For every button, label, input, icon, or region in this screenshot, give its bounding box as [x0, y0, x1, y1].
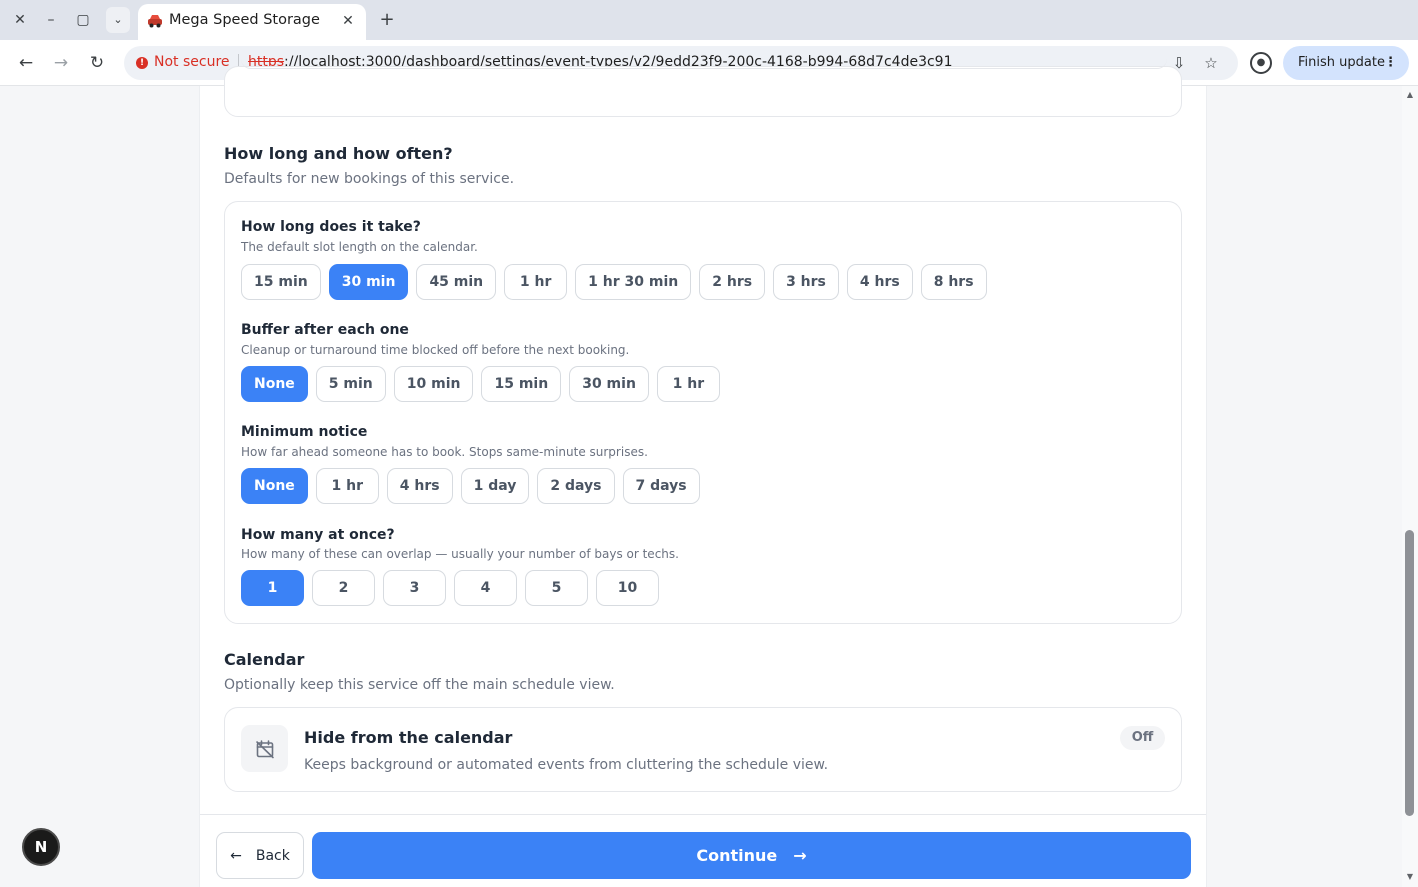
previous-section-card: [224, 66, 1182, 117]
page-viewport: How long and how often? Defaults for new…: [0, 66, 1402, 887]
option-chip[interactable]: 4: [454, 570, 517, 606]
group-desc-concurrency: How many of these can overlap — usually …: [241, 547, 679, 561]
finish-update-button[interactable]: Finish update ⋮: [1283, 46, 1409, 80]
profile-avatar-icon[interactable]: ●: [1250, 52, 1272, 74]
menu-kebab-icon[interactable]: ⋮: [1384, 46, 1397, 80]
window-close-icon[interactable]: ✕: [9, 9, 31, 31]
group-desc-buffer: Cleanup or turnaround time blocked off b…: [241, 343, 630, 357]
not-secure-icon: !: [136, 57, 148, 69]
continue-button-label: Continue: [696, 846, 778, 865]
hide-from-calendar-toggle[interactable]: Hide from the calendar Keeps background …: [224, 707, 1182, 792]
option-chip[interactable]: 45 min: [416, 264, 497, 300]
group-label-notice: Minimum notice: [241, 424, 368, 440]
option-chip[interactable]: 5 min: [315, 366, 386, 402]
notice-options: None 1 hr 4 hrs 1 day 2 days 7 days: [241, 468, 700, 504]
forward-arrow-icon[interactable]: →: [49, 51, 73, 75]
browser-tab[interactable]: Mega Speed Storage ✕: [138, 4, 366, 40]
section-desc-calendar: Optionally keep this service off the mai…: [224, 677, 615, 693]
arrow-right-icon: →: [793, 846, 807, 865]
option-chip[interactable]: 4 hrs: [846, 264, 913, 300]
scrollbar-thumb[interactable]: [1405, 530, 1414, 816]
option-chip[interactable]: 5: [525, 570, 588, 606]
tab-close-icon[interactable]: ✕: [338, 11, 358, 31]
option-chip[interactable]: 3: [383, 570, 446, 606]
duration-options: 15 min 30 min 45 min 1 hr 1 hr 30 min 2 hrs 3 …: [241, 264, 987, 300]
group-desc-notice: How far ahead someone has to book. Stops…: [241, 445, 648, 459]
browser-tab-bar: ✕ – ▢ ⌄ Mega Speed Storage ✕ +: [0, 0, 1418, 40]
section-title-calendar: Calendar: [224, 650, 305, 669]
scroll-down-icon[interactable]: ▼: [1405, 872, 1415, 882]
option-chip[interactable]: None: [241, 366, 308, 402]
option-chip[interactable]: 1 hr: [315, 468, 379, 504]
section-desc-duration: Defaults for new bookings of this servic…: [224, 171, 515, 187]
buffer-options: None 5 min 10 min 15 min 30 min 1 hr: [241, 366, 720, 402]
tab-search-chevron-down-icon[interactable]: ⌄: [106, 7, 130, 33]
reload-icon[interactable]: ↻: [85, 51, 109, 75]
option-chip[interactable]: 30 min: [569, 366, 649, 402]
scroll-up-icon[interactable]: ▲: [1405, 90, 1415, 100]
option-chip[interactable]: 10: [596, 570, 659, 606]
option-chip[interactable]: 30 min: [328, 264, 409, 300]
back-arrow-icon[interactable]: ←: [14, 51, 38, 75]
security-status[interactable]: Not secure: [154, 54, 230, 70]
duration-settings-card: How long does it take? The default slot …: [224, 201, 1182, 624]
back-button-label: Back: [255, 847, 290, 864]
bookmark-star-icon[interactable]: ☆: [1202, 54, 1220, 72]
section-title-duration: How long and how often?: [224, 144, 453, 163]
back-button[interactable]: ← Back: [216, 832, 304, 879]
car-favicon-icon: [148, 15, 162, 28]
nextjs-dev-badge[interactable]: N: [22, 828, 60, 866]
page-scrollbar[interactable]: ▲ ▼: [1402, 86, 1418, 887]
finish-update-label: Finish update: [1298, 55, 1385, 70]
option-chip[interactable]: 15 min: [241, 264, 321, 300]
option-chip[interactable]: 4 hrs: [386, 468, 453, 504]
continue-button[interactable]: Continue →: [312, 832, 1191, 879]
group-label-duration: How long does it take?: [241, 219, 421, 235]
option-chip[interactable]: 2 hrs: [699, 264, 766, 300]
option-chip[interactable]: 2: [312, 570, 375, 606]
settings-panel: How long and how often? Defaults for new…: [199, 66, 1207, 887]
window-minimize-icon[interactable]: –: [40, 9, 62, 31]
group-desc-duration: The default slot length on the calendar.: [241, 240, 478, 254]
option-chip[interactable]: 1: [241, 570, 304, 606]
group-label-buffer: Buffer after each one: [241, 322, 409, 338]
option-chip[interactable]: 1 hr 30 min: [575, 264, 692, 300]
option-chip[interactable]: 15 min: [481, 366, 562, 402]
option-chip[interactable]: 1 hr: [504, 264, 568, 300]
window-maximize-icon[interactable]: ▢: [72, 9, 94, 31]
option-chip[interactable]: 10 min: [393, 366, 474, 402]
option-chip[interactable]: 7 days: [622, 468, 700, 504]
option-chip[interactable]: 3 hrs: [773, 264, 839, 300]
option-chip[interactable]: 8 hrs: [920, 264, 987, 300]
group-label-concurrency: How many at once?: [241, 527, 395, 543]
tab-title: Mega Speed Storage: [169, 12, 320, 28]
option-chip[interactable]: 1 hr: [656, 366, 720, 402]
previous-section-inner: [241, 59, 1167, 69]
option-chip[interactable]: None: [241, 468, 308, 504]
toggle-title: Hide from the calendar: [304, 728, 513, 747]
footer-divider: [200, 814, 1206, 815]
new-tab-plus-icon[interactable]: +: [376, 9, 398, 31]
calendar-off-icon: [241, 725, 288, 772]
option-chip[interactable]: 1 day: [460, 468, 530, 504]
toggle-description: Keeps background or automated events fro…: [304, 757, 829, 773]
arrow-left-icon: ←: [230, 847, 242, 864]
option-chip[interactable]: 2 days: [537, 468, 615, 504]
concurrency-options: 1 2 3 4 5 10: [241, 570, 659, 606]
toggle-state-badge[interactable]: Off: [1120, 726, 1165, 750]
